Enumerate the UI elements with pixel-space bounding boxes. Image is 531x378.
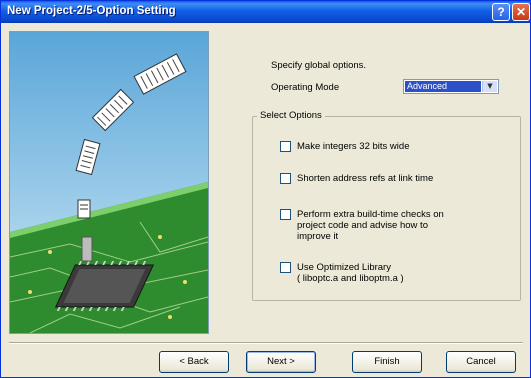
finish-button[interactable]: Finish (352, 351, 422, 373)
option-label-shorten: Shorten address refs at link time (297, 173, 433, 184)
option-line: project code and advise how to (297, 220, 428, 231)
option-line: Shorten address refs at link time (297, 173, 434, 184)
checkbox-32bit-integers[interactable] (280, 141, 291, 152)
cancel-button[interactable]: Cancel (446, 351, 516, 373)
document-icon-1 (77, 199, 91, 219)
checkbox-build-checks[interactable] (280, 209, 291, 220)
wizard-illustration (9, 31, 209, 334)
option-line: ( liboptc.a and liboptm.a ) (297, 273, 404, 284)
option-line: Use Optimized Library (297, 262, 391, 273)
option-setting-dialog: New Project-2/5-Option Setting ? ✕ Speci… (0, 0, 531, 378)
footer-divider (9, 342, 523, 344)
chevron-down-icon[interactable]: ▼ (482, 81, 497, 92)
option-line: improve it (297, 231, 339, 242)
chip-and-documents-illustration (10, 32, 208, 333)
window-title: New Project-2/5-Option Setting (7, 5, 176, 17)
close-button[interactable]: ✕ (512, 3, 530, 21)
checkbox-shorten-refs[interactable] (280, 173, 291, 184)
option-label-build-checks: Perform extra build-time checks on proje… (297, 209, 444, 242)
option-line: Perform extra build-time checks on (297, 209, 444, 220)
back-button[interactable]: < Back (159, 351, 229, 373)
prompt-text: Specify global options. (271, 60, 367, 71)
select-options-title: Select Options (257, 110, 325, 121)
close-icon: ✕ (515, 5, 527, 19)
checkbox-optimized-library[interactable] (280, 262, 291, 273)
operating-mode-label: Operating Mode (271, 82, 340, 93)
operating-mode-value: Advanced (405, 81, 481, 92)
title-bar[interactable]: New Project-2/5-Option Setting ? ✕ (1, 1, 530, 23)
option-line: Make integers 32 bits wide (297, 141, 410, 152)
help-button[interactable]: ? (492, 3, 510, 21)
option-label-32bit: Make integers 32 bits wide (297, 141, 409, 152)
option-label-optimized-lib: Use Optimized Library ( liboptc.a and li… (297, 262, 404, 284)
question-icon: ? (497, 5, 505, 19)
falling-page-small (81, 236, 93, 262)
next-button[interactable]: Next > (246, 351, 316, 373)
operating-mode-select[interactable]: Advanced ▼ (403, 79, 499, 94)
